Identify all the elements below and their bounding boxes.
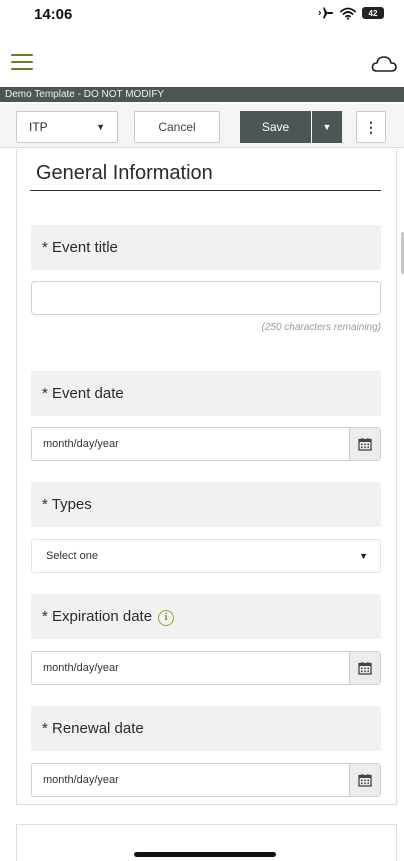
calendar-icon xyxy=(358,774,372,787)
types-label: * Types xyxy=(31,482,381,527)
app-bar xyxy=(0,40,404,86)
renewal-date-calendar-button[interactable] xyxy=(349,764,380,796)
event-date-input[interactable]: month/day/year xyxy=(31,427,381,461)
battery-icon: 42 xyxy=(362,7,384,19)
template-banner: Demo Template - DO NOT MODIFY xyxy=(0,87,404,102)
expiration-date-label-text: * Expiration date xyxy=(42,608,153,625)
event-title-label: * Event title xyxy=(31,225,381,270)
chevron-down-icon: ▼ xyxy=(96,122,105,132)
status-bar: 14:06 42 xyxy=(0,0,404,36)
expiration-date-label: * Expiration date i xyxy=(31,594,381,639)
status-icons: 42 xyxy=(318,6,384,20)
save-button[interactable]: Save xyxy=(240,111,311,143)
section-title: General Information xyxy=(36,162,213,184)
cancel-button[interactable]: Cancel xyxy=(134,111,220,143)
home-indicator xyxy=(134,852,276,857)
cloud-icon[interactable] xyxy=(370,54,398,74)
expiration-date-placeholder: month/day/year xyxy=(43,662,119,674)
calendar-icon xyxy=(358,438,372,451)
wifi-icon xyxy=(340,7,356,20)
event-title-char-count: (250 characters remaining) xyxy=(261,322,382,333)
chevron-down-icon: ▼ xyxy=(359,551,368,561)
event-date-placeholder: month/day/year xyxy=(43,438,119,450)
renewal-date-label: * Renewal date xyxy=(31,706,381,751)
event-date-label: * Event date xyxy=(31,371,381,416)
info-icon[interactable]: i xyxy=(158,610,175,626)
airplane-icon xyxy=(318,7,333,19)
expiration-date-input[interactable]: month/day/year xyxy=(31,651,381,685)
form-type-select-value: ITP xyxy=(29,120,48,134)
more-options-button[interactable]: ⋮ xyxy=(356,111,386,143)
section-divider xyxy=(30,190,381,191)
form-type-select[interactable]: ITP ▼ xyxy=(16,111,118,143)
status-time: 14:06 xyxy=(34,6,73,23)
chevron-down-icon: ▼ xyxy=(322,122,332,132)
types-select[interactable]: Select one ▼ xyxy=(31,539,381,573)
event-date-calendar-button[interactable] xyxy=(349,428,380,460)
renewal-date-input[interactable]: month/day/year xyxy=(31,763,381,797)
save-options-button[interactable]: ▼ xyxy=(312,111,342,143)
expiration-date-calendar-button[interactable] xyxy=(349,652,380,684)
hamburger-menu-icon[interactable] xyxy=(11,52,33,72)
renewal-date-placeholder: month/day/year xyxy=(43,774,119,786)
form-toolbar: ITP ▼ Cancel Save ▼ ⋮ xyxy=(0,104,404,148)
event-title-input[interactable] xyxy=(31,281,381,315)
types-select-value: Select one xyxy=(46,550,98,562)
calendar-icon xyxy=(358,662,372,675)
